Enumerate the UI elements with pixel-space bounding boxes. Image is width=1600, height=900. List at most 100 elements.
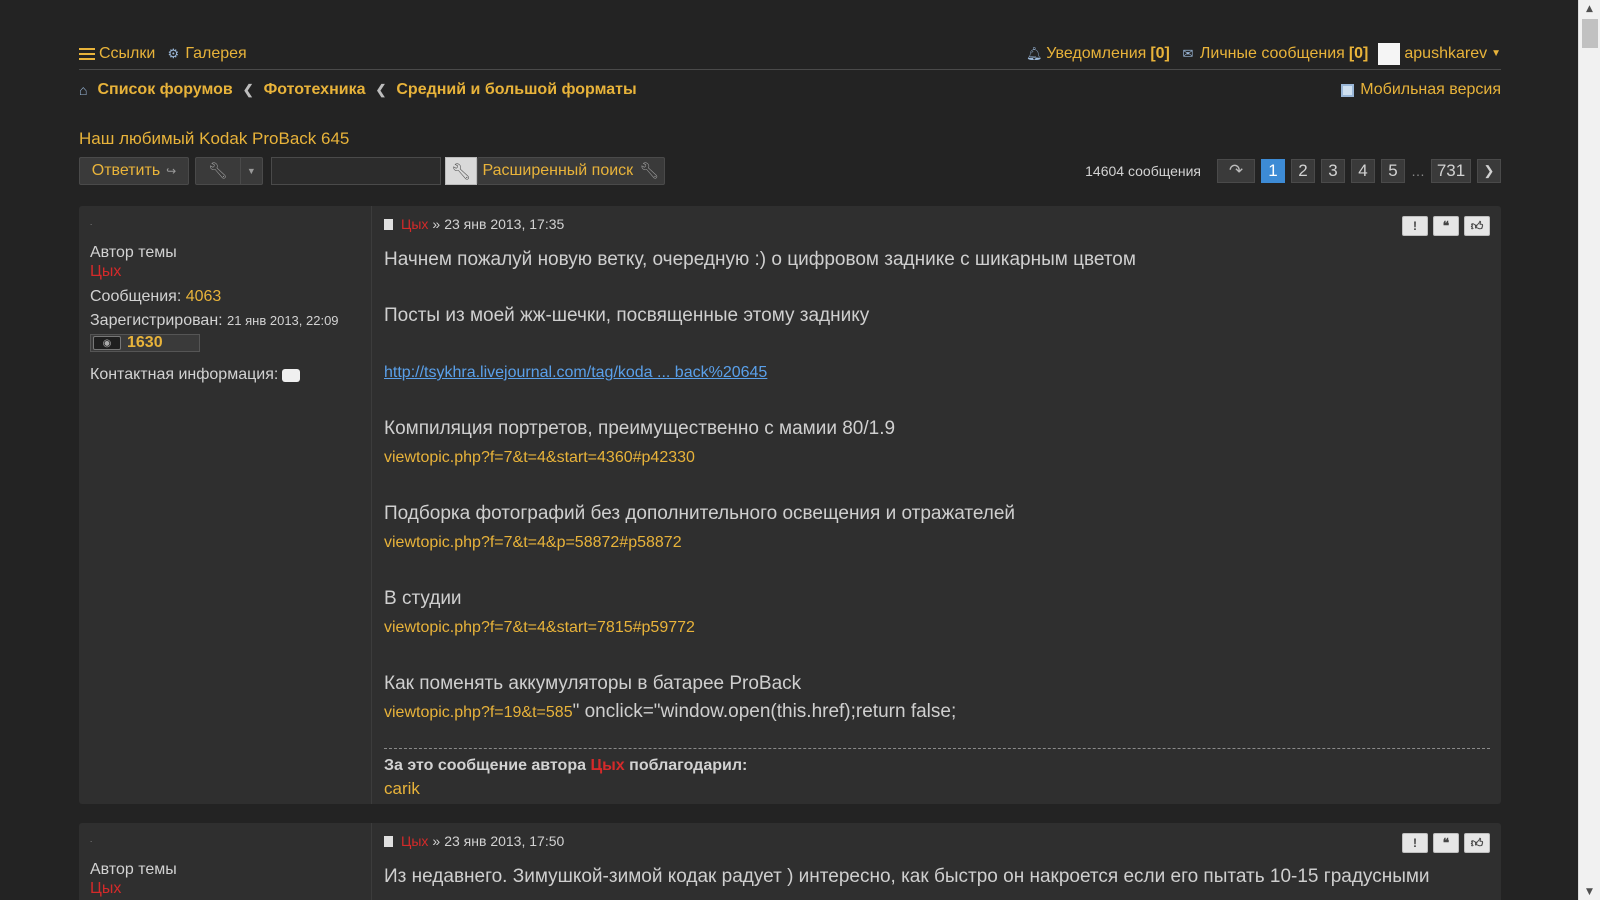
nav-links[interactable]: Ссылки [79,45,155,63]
pagination-ellipsis: … [1411,163,1425,179]
contact-label: Контактная информация: [90,366,279,383]
next-page-chevron-icon[interactable]: ❯ [1477,159,1501,183]
nav-gallery[interactable]: ⚙ Галерея [165,45,247,63]
internal-link[interactable]: viewtopic.php?f=7&t=4&start=4360#p42330 [384,449,695,466]
page-1[interactable]: 1 [1261,159,1285,183]
search-wrench-icon: 🔧︎ [450,161,472,181]
notifications-label: Уведомления [1046,44,1147,62]
chat-bubble-icon[interactable] [282,368,301,382]
post: . Автор темы Цых Сообщения: 4063 Зарегис… [79,206,1501,804]
chevron-down-icon: ▼ [1491,48,1501,59]
thanks-suffix: поблагодарил: [629,757,748,774]
reply-icon: ↪ [166,164,177,178]
thanked-by-user[interactable]: carik [384,779,1490,799]
username: apushkarev [1404,44,1488,62]
post-text: Из недавнего. Зимушкой-зимой кодак радуе… [384,866,1430,887]
chevron-down-icon: ▼ [246,166,256,176]
mobile-version-link[interactable]: Мобильная версия [1341,81,1501,99]
internal-link[interactable]: viewtopic.php?f=7&t=4&p=58872#p58872 [384,534,682,551]
post-meta: Цых » 23 янв 2013, 17:35 [384,216,564,232]
breadcrumb-medium-large-formats[interactable]: Средний и большой форматы [396,81,636,99]
author-name[interactable]: Цых [90,879,360,899]
thanks-author[interactable]: Цых [590,757,624,774]
wrench-icon: 🔧︎ [639,163,660,180]
post-actions: ! ❝ 👍︎ [1402,216,1490,236]
notifications-count: [0] [1150,44,1170,62]
post-author-link[interactable]: Цых [401,833,428,849]
breadcrumb-forum-list[interactable]: Список форумов [97,81,232,99]
advanced-search-button[interactable]: Расширенный поиск 🔧︎ [477,157,665,185]
user-menu[interactable]: apushkarev ▼ [1378,42,1501,65]
topic-author-role: Автор темы [90,861,177,878]
scrollbar-thumb[interactable] [1582,19,1598,48]
top-navbar: Ссылки ⚙ Галерея 🔔︎ Уведомления [0] ✉ Ли… [79,38,1501,70]
post-author-link[interactable]: Цых [401,216,428,232]
post-body: Цых » 23 янв 2013, 17:35 ! ❝ 👍︎ Начнем п… [384,206,1490,804]
profile-dot: . [90,835,93,844]
contact-info: Контактная информация: [90,366,360,384]
report-icon[interactable]: ! [1402,833,1428,853]
reply-button[interactable]: Ответить ↪ [79,157,189,185]
post-date: 23 янв 2013, 17:35 [444,216,565,232]
avatar [1378,42,1401,65]
registered-label: Зарегистрирован: [90,312,223,329]
post-text: В студии [384,588,462,609]
breadcrumb-photo-equipment[interactable]: Фототехника [264,81,366,99]
post-text: Начнем пожалуй новую ветку, очередную :)… [384,249,1136,270]
internal-link[interactable]: viewtopic.php?f=7&t=4&start=7815#p59772 [384,619,695,636]
page-last[interactable]: 731 [1431,159,1471,183]
home-icon: ⌂ [79,82,88,98]
post-meta: Цых » 23 янв 2013, 17:50 [384,833,564,849]
topic-tools-button[interactable]: 🔧︎ ▼ [195,157,263,185]
jump-to-page-icon[interactable]: ↷ [1217,159,1255,183]
page-4[interactable]: 4 [1351,159,1375,183]
nav-links-label: Ссылки [99,44,156,62]
reputation-bar: ◉ 1630 [90,334,360,352]
quote-icon[interactable]: ❝ [1433,833,1459,853]
mobile-version-label: Мобильная версия [1360,81,1501,98]
posts-label: Сообщения: [90,288,182,305]
thumbs-up-icon[interactable]: 👍︎ [1464,216,1490,236]
nav-private-messages[interactable]: ✉ Личные сообщения [0] [1180,45,1368,63]
thumbs-up-icon[interactable]: 👍︎ [1464,833,1490,853]
reputation-icon: ◉ [93,336,121,350]
reputation-value: 1630 [127,334,163,351]
registered-date: 21 янв 2013, 22:09 [227,313,339,328]
posts-count[interactable]: 4063 [186,288,222,305]
mobile-icon [1341,83,1355,97]
page-3[interactable]: 3 [1321,159,1345,183]
scroll-up-arrow-icon[interactable]: ▲ [1579,0,1600,17]
post-document-icon[interactable] [384,218,393,230]
advanced-search-label: Расширенный поиск [482,162,634,179]
post-profile: . Автор темы Цых [79,823,372,900]
topic-title[interactable]: Наш любимый Kodak ProBack 645 [79,129,349,149]
posts-count-line: Сообщения: 4063 [90,288,360,306]
post-content: Начнем пожалуй новую ветку, очередную :)… [384,246,1490,727]
profile-dot: . [90,218,93,227]
breadcrumb: ⌂ Список форумов ❮ Фототехника ❮ Средний… [79,76,1501,104]
post-text: Компиляция портретов, преимущественно с … [384,418,896,439]
page-5[interactable]: 5 [1381,159,1405,183]
author-name[interactable]: Цых [90,262,360,282]
post-document-icon[interactable] [384,835,393,847]
scroll-down-arrow-icon[interactable]: ▼ [1579,883,1600,900]
nav-notifications[interactable]: 🔔︎ Уведомления [0] [1026,45,1170,63]
post-text: Подборка фотографий без дополнительного … [384,503,1016,524]
messages-count: [0] [1348,44,1369,62]
search-button[interactable]: 🔧︎ [445,157,477,185]
external-link[interactable]: http://tsykhra.livejournal.com/tag/koda … [384,364,767,381]
meta-separator: » [432,833,441,849]
breadcrumb-separator-icon: ❮ [375,82,387,97]
report-icon[interactable]: ! [1402,216,1428,236]
registered-line: Зарегистрирован: 21 янв 2013, 22:09 [90,312,360,330]
post-text: Как поменять аккумуляторы в батарее ProB… [384,673,802,694]
envelope-icon: ✉ [1182,45,1194,61]
internal-link[interactable]: viewtopic.php?f=19&t=585 [384,704,573,721]
meta-separator: » [432,216,441,232]
thanks-block: За это сообщение автора Цых поблагодарил… [384,748,1490,799]
page-2[interactable]: 2 [1291,159,1315,183]
topic-search-input[interactable] [271,157,441,185]
page-scrollbar[interactable]: ▲ ▼ [1578,0,1600,900]
message-count: 14604 сообщения [1085,163,1201,179]
quote-icon[interactable]: ❝ [1433,216,1459,236]
